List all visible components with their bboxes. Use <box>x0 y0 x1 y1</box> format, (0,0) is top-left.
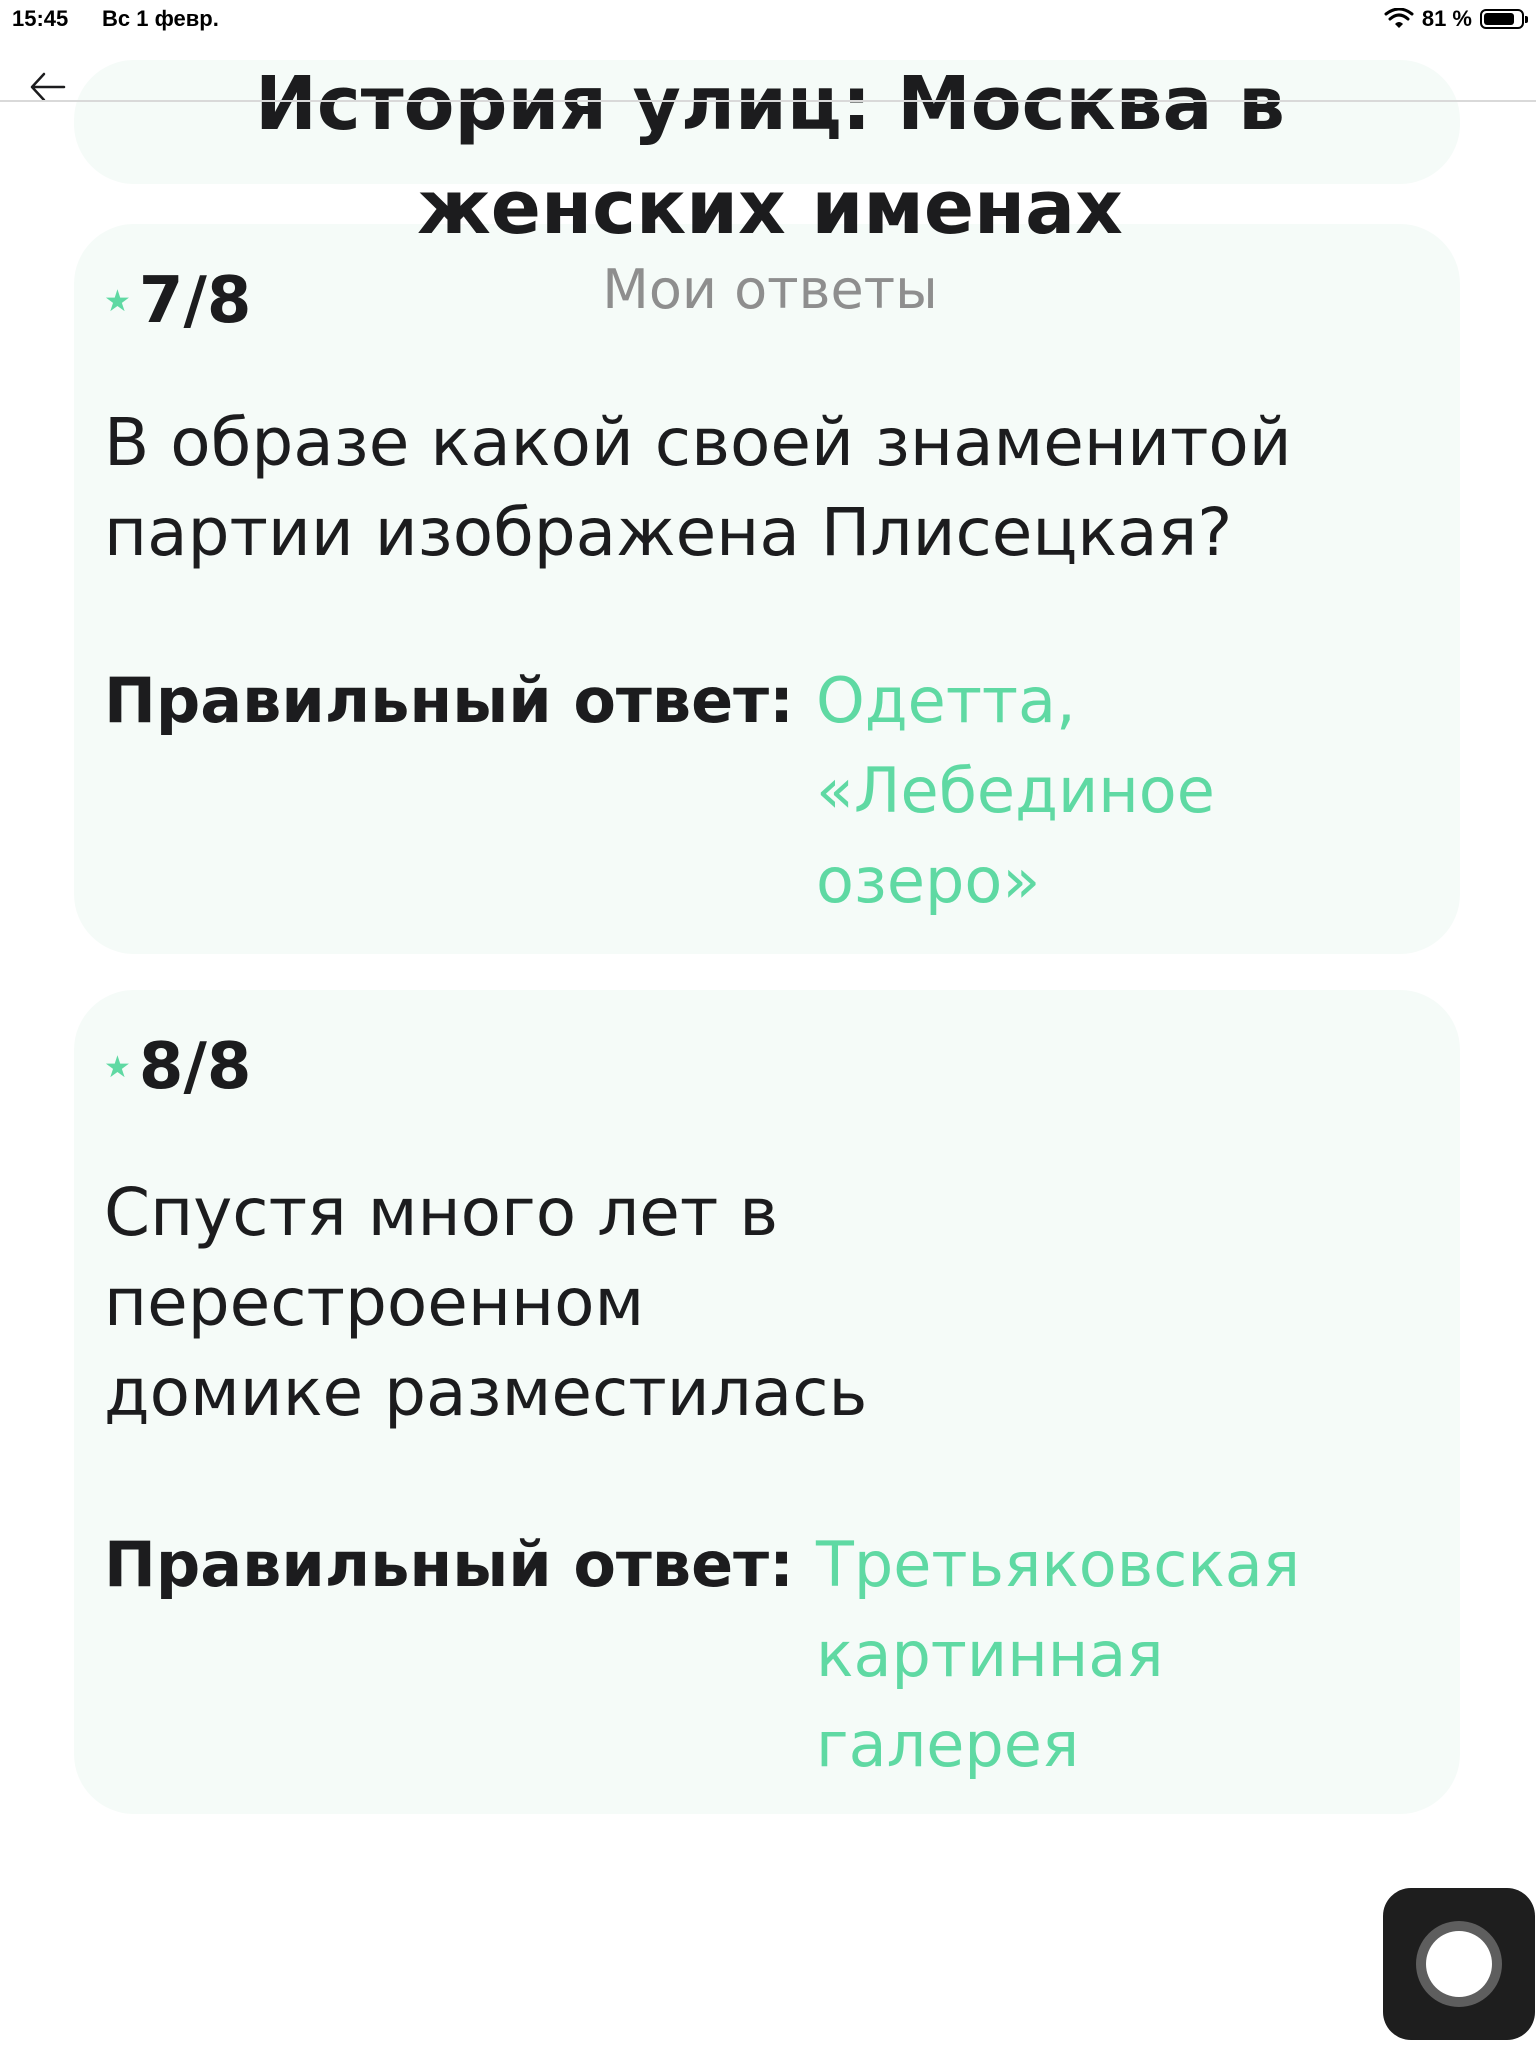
answer-value: Одетта, «Лебединое озеро» <box>816 664 1215 917</box>
page-title: История улиц: Москва в женских именах <box>254 61 1286 251</box>
status-date: Вс 1 февр. <box>102 6 219 31</box>
status-indicators: 81 % <box>1384 6 1528 32</box>
answer-value: Третьяковская картинная галерея <box>816 1528 1301 1781</box>
header-divider <box>0 100 1536 102</box>
answer-card: ★ 7/8 В образе какой своей знаменитой па… <box>74 224 1460 954</box>
score-value: 8/8 <box>138 1030 252 1104</box>
star-icon: ★ <box>104 1049 131 1085</box>
assistive-touch-button[interactable] <box>1383 1888 1535 2040</box>
score: ★ 8/8 <box>104 1030 251 1104</box>
arrow-left-icon <box>30 72 66 102</box>
wifi-icon <box>1384 8 1414 28</box>
answer-card: ★ 8/8 Спустя много лет в перестроенном д… <box>74 990 1460 1814</box>
page-subtitle: Мои ответы <box>602 258 938 321</box>
back-button[interactable] <box>24 64 84 114</box>
question-text: В образе какой своей знаменитой партии и… <box>104 404 1292 571</box>
answer-label: Правильный ответ: <box>104 664 794 737</box>
question-text: Спустя много лет в перестроенном домике … <box>104 1174 868 1431</box>
battery-percentage: 81 % <box>1421 6 1472 31</box>
assistive-touch-icon <box>1416 1921 1502 2007</box>
status-bar: 15:45 Вс 1 февр. 81 % <box>0 0 1536 40</box>
battery-icon <box>1480 9 1528 29</box>
status-time: 15:45 <box>12 6 69 31</box>
answer-label: Правильный ответ: <box>104 1528 794 1601</box>
